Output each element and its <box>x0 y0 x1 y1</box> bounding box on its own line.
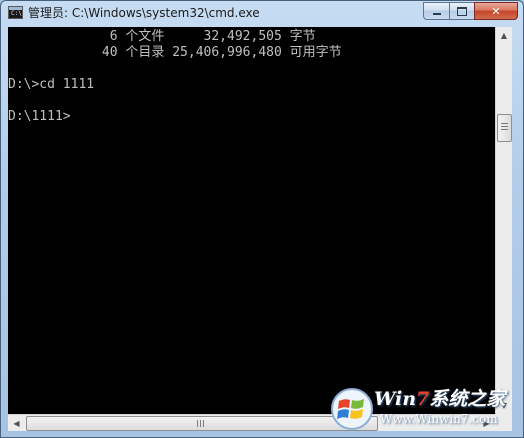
cmd-window: C:\ 管理员: C:\Windows\system32\cmd.exe ✕ 6… <box>0 0 524 438</box>
scrollbar-corner <box>495 414 512 431</box>
minimize-icon <box>432 13 441 15</box>
horizontal-scrollbar[interactable]: ◀ ▶ <box>8 414 495 431</box>
console-line: D:\>cd 1111 <box>8 77 95 92</box>
window-title: 管理员: C:\Windows\system32\cmd.exe <box>28 6 260 20</box>
scroll-right-icon[interactable]: ▶ <box>478 415 495 431</box>
cmd-app-icon-label: C:\ <box>11 10 22 17</box>
close-button[interactable]: ✕ <box>474 2 518 20</box>
vertical-scrollbar[interactable]: ▲ ▼ <box>495 27 512 414</box>
close-icon: ✕ <box>491 4 501 18</box>
console-line: 6 个文件 32,492,505 字节 <box>8 29 316 44</box>
maximize-button[interactable] <box>449 2 474 20</box>
cmd-app-icon[interactable]: C:\ <box>8 6 23 19</box>
console-line: 40 个目录 25,406,996,480 可用字节 <box>8 45 342 60</box>
scroll-down-icon[interactable]: ▼ <box>496 397 512 414</box>
title-bar[interactable]: C:\ 管理员: C:\Windows\system32\cmd.exe ✕ <box>1 1 523 25</box>
minimize-button[interactable] <box>423 2 449 20</box>
console-text: 6 个文件 32,492,505 字节 40 个目录 25,406,996,48… <box>8 27 495 125</box>
vertical-scroll-thumb[interactable] <box>497 114 512 142</box>
console-prompt-line: D:\1111> <box>8 109 71 124</box>
console-output[interactable]: 6 个文件 32,492,505 字节 40 个目录 25,406,996,48… <box>8 27 495 414</box>
scroll-up-icon[interactable]: ▲ <box>496 27 512 44</box>
scroll-left-icon[interactable]: ◀ <box>8 415 25 431</box>
caption-buttons: ✕ <box>423 2 518 20</box>
horizontal-scroll-thumb[interactable] <box>26 416 378 431</box>
maximize-icon <box>457 6 467 16</box>
